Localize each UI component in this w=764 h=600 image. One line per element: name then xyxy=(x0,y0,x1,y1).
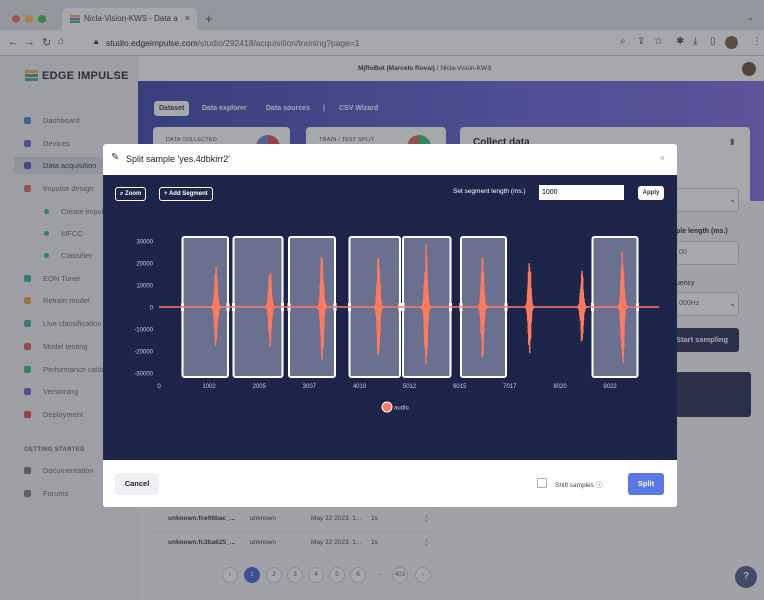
modal-title: Split sample 'yes.4dbkirr2' xyxy=(126,154,230,164)
x-tick-label: 9022 xyxy=(603,384,617,390)
shift-samples-label: Shift samples ⓘ xyxy=(555,479,602,489)
x-tick-label: 7017 xyxy=(503,384,517,390)
shift-samples-checkbox[interactable] xyxy=(537,478,547,488)
y-tick-label: -20000 xyxy=(134,350,153,356)
close-icon[interactable]: × xyxy=(660,153,665,163)
y-tick-label: -30000 xyxy=(134,372,153,378)
x-tick-label: 4010 xyxy=(353,384,367,390)
y-tick-label: -10000 xyxy=(134,328,153,334)
x-tick-label: 5012 xyxy=(403,384,417,390)
waveform-chart: 30000 20000 10000 0 -10000 -20000 -30000 0 1002 2… xyxy=(134,236,659,413)
x-tick-label: 6015 xyxy=(453,384,467,390)
x-tick-label: 2005 xyxy=(253,384,267,390)
waveform-plot[interactable]: ⌕ Zoom + Add Segment Set segment length … xyxy=(103,175,677,460)
modal-footer: Cancel Shift samples ⓘ Split xyxy=(103,460,677,507)
x-tick-label: 0 xyxy=(157,384,161,390)
x-tick-label: 8020 xyxy=(553,384,567,390)
y-tick-label: 20000 xyxy=(136,262,153,268)
y-tick-label: 10000 xyxy=(136,284,153,290)
legend-label: audio xyxy=(394,406,409,412)
y-tick-label: 0 xyxy=(150,306,154,312)
x-tick-label: 3007 xyxy=(303,384,317,390)
cancel-button[interactable]: Cancel xyxy=(115,473,159,495)
y-tick-label: 30000 xyxy=(136,240,153,246)
split-sample-modal: ✎ Split sample 'yes.4dbkirr2' × ⌕ Zoom +… xyxy=(103,144,677,507)
edit-icon: ✎ xyxy=(111,152,120,163)
audio-burst xyxy=(524,263,535,354)
legend-marker xyxy=(381,401,393,413)
audio-burst xyxy=(577,270,588,342)
split-button[interactable]: Split xyxy=(628,473,664,495)
x-tick-label: 1002 xyxy=(202,384,216,390)
shift-samples-text: Shift samples xyxy=(555,482,595,489)
info-icon[interactable]: ⓘ xyxy=(596,482,603,489)
